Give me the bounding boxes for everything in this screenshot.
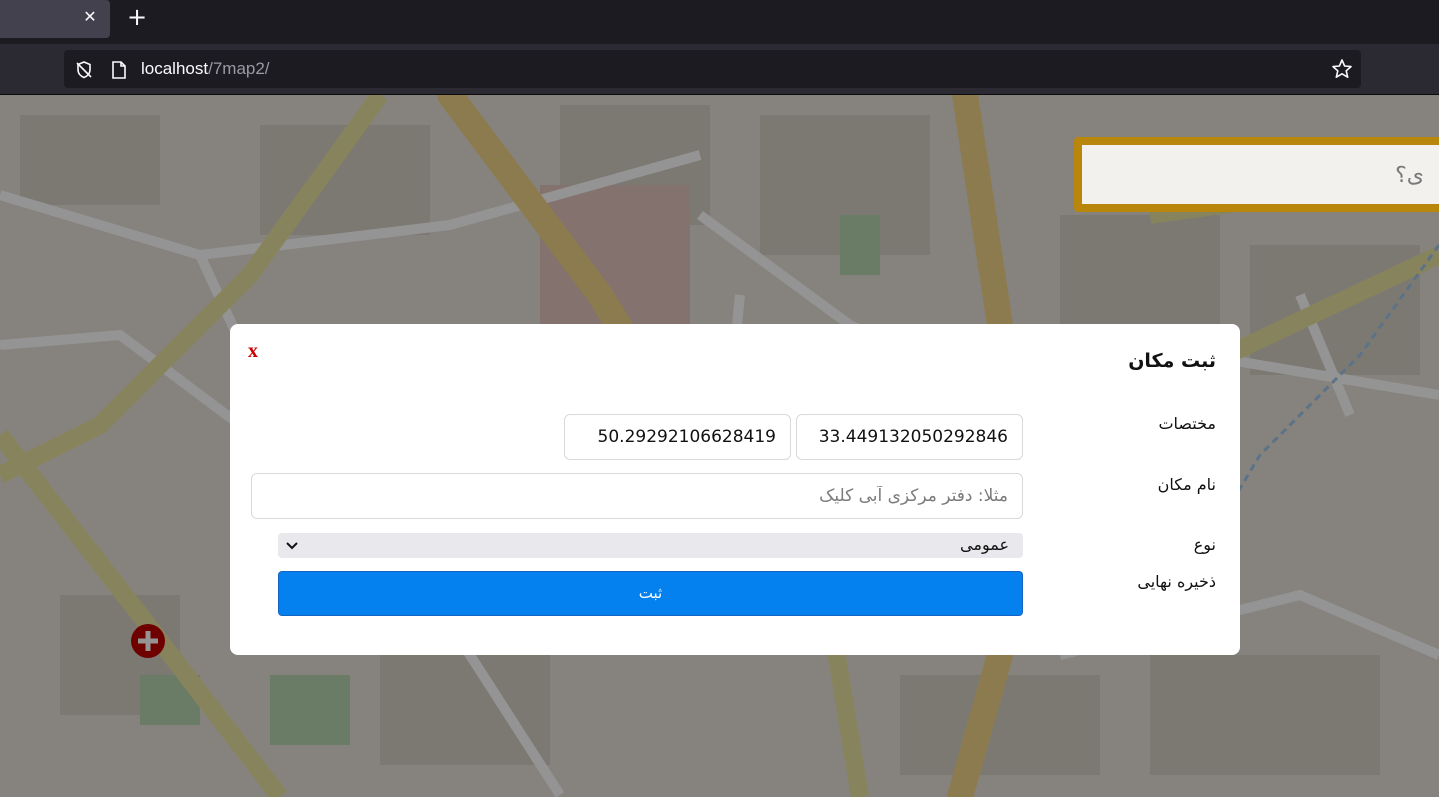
map-search-box[interactable]: ی؟ [1074, 137, 1439, 212]
coordinates-label: مختصات [1158, 414, 1216, 433]
modal-title: ثبت مکان [1128, 350, 1216, 372]
url-host: localhost [141, 59, 209, 78]
type-select[interactable]: عمومی [278, 533, 1023, 558]
place-name-input[interactable] [251, 473, 1023, 519]
bookmark-star-icon[interactable] [1331, 58, 1353, 84]
chevron-down-icon [285, 538, 299, 557]
register-location-modal: ثبت مکان x مختصات نام مکان نوع عمومی ذخی… [230, 324, 1240, 655]
navigation-bar: localhost/7map2/ [0, 44, 1439, 95]
tab-strip: ✕ + [0, 0, 1439, 44]
page-icon[interactable] [110, 60, 128, 84]
close-tab-icon[interactable]: ✕ [82, 8, 98, 26]
tracking-shield-icon[interactable] [74, 60, 94, 84]
new-tab-button[interactable]: + [126, 5, 148, 29]
place-name-label: نام مکان [1157, 475, 1216, 494]
url-path: /7map2/ [208, 59, 270, 78]
latitude-input[interactable] [796, 414, 1023, 460]
modal-close-button[interactable]: x [248, 340, 258, 363]
submit-button[interactable]: ثبت [278, 571, 1023, 616]
active-tab[interactable]: ✕ [0, 0, 110, 38]
map-search-text: ی؟ [1395, 163, 1424, 188]
type-label: نوع [1193, 535, 1216, 554]
final-save-label: ذخیره نهایی [1137, 572, 1216, 591]
url-text[interactable]: localhost/7map2/ [141, 58, 270, 80]
type-select-value: عمومی [960, 535, 1009, 554]
longitude-input[interactable] [564, 414, 791, 460]
address-bar[interactable]: localhost/7map2/ [64, 50, 1361, 88]
